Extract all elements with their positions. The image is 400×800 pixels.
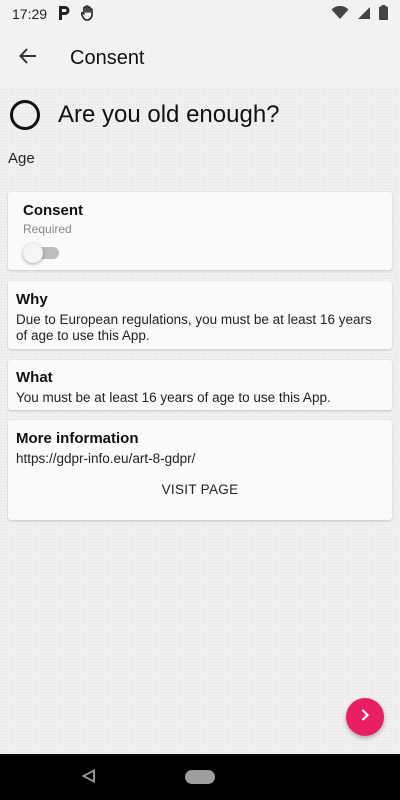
more-info-title: More information	[16, 430, 139, 447]
status-time: 17:29	[12, 6, 48, 22]
arrow-left-icon	[19, 47, 37, 70]
consent-card: Consent Required	[8, 192, 392, 270]
question-subtitle: Age	[8, 150, 35, 167]
wifi-icon	[331, 5, 349, 23]
toggle-thumb	[23, 243, 43, 263]
next-button[interactable]	[346, 698, 384, 736]
status-bar: 17:29	[0, 0, 400, 28]
consent-content: Are you old enough? Age Consent Required…	[0, 88, 400, 754]
signal-icon	[357, 6, 371, 23]
what-card: What You must be at least 16 years of ag…	[8, 360, 392, 410]
nav-back-icon[interactable]	[81, 769, 96, 788]
chevron-right-icon	[358, 708, 372, 727]
nav-home-icon[interactable]	[185, 770, 215, 784]
more-info-card: More information https://gdpr-info.eu/ar…	[8, 420, 392, 520]
consent-title: Consent	[23, 202, 83, 219]
back-button[interactable]	[0, 30, 56, 86]
parking-p-icon	[57, 5, 71, 24]
visit-page-button[interactable]: VISIT PAGE	[8, 482, 392, 497]
what-title: What	[16, 369, 53, 386]
more-info-link: https://gdpr-info.eu/art-8-gdpr/	[16, 451, 196, 466]
page-title: Consent	[70, 46, 145, 69]
consent-required-label: Required	[23, 222, 72, 236]
question-status-icon	[10, 100, 40, 130]
why-title: Why	[16, 291, 48, 308]
consent-toggle[interactable]	[23, 243, 59, 263]
app-bar: Consent	[0, 28, 400, 88]
why-text: Due to European regulations, you must be…	[16, 312, 372, 343]
question-header: Are you old enough?	[10, 100, 280, 130]
hand-icon	[80, 4, 95, 24]
question-title: Are you old enough?	[58, 101, 280, 128]
what-text: You must be at least 16 years of age to …	[16, 390, 331, 405]
why-card: Why Due to European regulations, you mus…	[8, 281, 392, 349]
battery-icon	[379, 5, 388, 23]
system-nav-bar	[0, 754, 400, 800]
